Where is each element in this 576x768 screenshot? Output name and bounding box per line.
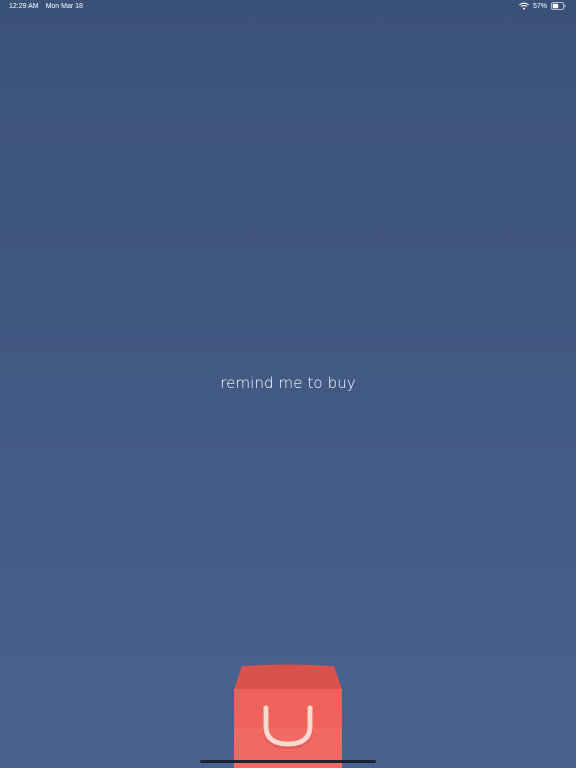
shopping-bag-icon [234,664,342,768]
battery-fill [552,3,559,9]
status-left: 12:29 AM Mon Mar 18 [9,3,83,10]
remind-prompt: remind me to buy [220,374,356,392]
battery-percent: 57% [532,2,547,10]
status-date: Mon Mar 18 [45,3,83,10]
battery-icon [551,2,566,10]
home-indicator[interactable] [200,760,376,763]
status-time: 12:29 AM [9,3,39,10]
wifi-icon [519,2,529,10]
status-right: 57% [519,2,566,10]
bag-top-flap [234,664,342,690]
shopping-bag-button[interactable] [234,664,342,768]
status-bar: 12:29 AM Mon Mar 18 57% [0,0,576,14]
